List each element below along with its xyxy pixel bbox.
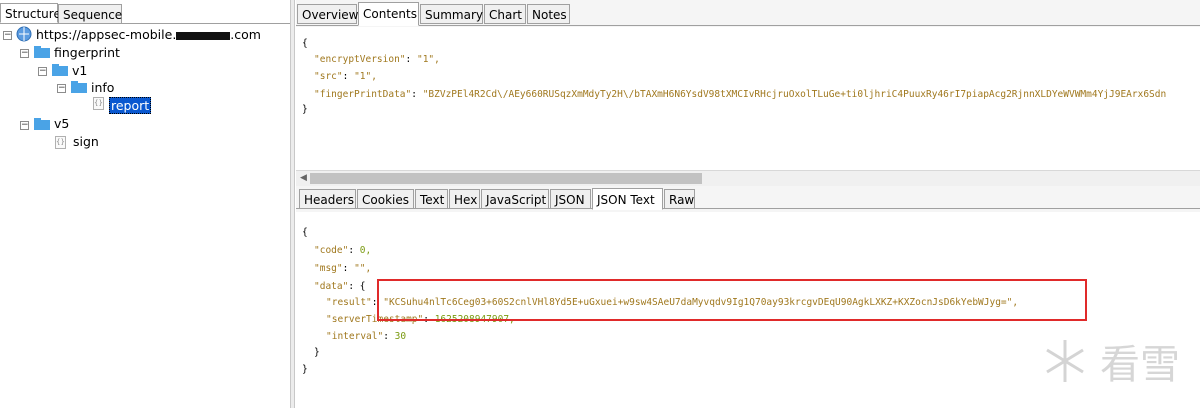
tab-text[interactable]: Text: [415, 189, 448, 209]
watermark-text: 看雪: [1100, 342, 1180, 388]
tree-item-report[interactable]: report: [109, 97, 152, 114]
tree-item-fingerprint[interactable]: fingerprint: [54, 45, 120, 60]
pane-splitter[interactable]: [290, 0, 295, 408]
file-icon: {}: [55, 136, 66, 149]
tree-item-sign[interactable]: sign: [73, 134, 99, 149]
json-brace: }: [302, 364, 308, 375]
collapse-icon[interactable]: −: [3, 31, 12, 40]
json-brace: {: [302, 38, 308, 49]
json-line: "msg": "",: [314, 263, 372, 274]
tab-cookies[interactable]: Cookies: [357, 189, 414, 209]
json-line: "src": "1",: [314, 71, 377, 82]
folder-icon: [52, 64, 68, 76]
structure-pane: Structure Sequence − https://appsec-mobi…: [0, 0, 291, 408]
tab-summary[interactable]: Summary: [420, 4, 483, 24]
highlight-annotation: [377, 279, 1087, 321]
json-brace: {: [302, 227, 308, 238]
tab-json[interactable]: JSON: [550, 189, 591, 209]
tab-headers[interactable]: Headers: [299, 189, 356, 209]
json-line: "fingerPrintData": "BZVzPEl4R2Cd\/AEy660…: [314, 89, 1167, 100]
tab-json-text[interactable]: JSON Text: [592, 188, 663, 210]
redacted-host: [176, 31, 231, 40]
collapse-icon[interactable]: −: [20, 49, 29, 58]
tab-overview[interactable]: Overview: [297, 4, 359, 24]
tab-divider: [0, 23, 290, 24]
json-line: "interval": 30: [326, 331, 407, 342]
tab-sequence[interactable]: Sequence: [58, 4, 122, 24]
tab-chart[interactable]: Chart: [484, 4, 526, 24]
folder-icon: [71, 81, 87, 93]
tab-raw[interactable]: Raw: [664, 189, 695, 209]
folder-icon: [34, 46, 50, 58]
tab-hex[interactable]: Hex: [449, 189, 480, 209]
json-line: "code": 0,: [314, 245, 372, 256]
json-line: "data": {: [314, 281, 366, 292]
scrollbar-thumb[interactable]: [310, 173, 702, 184]
tree-root-label[interactable]: https://appsec-mobile. .com: [36, 27, 261, 42]
tree-item-v5[interactable]: v5: [54, 116, 69, 131]
collapse-icon[interactable]: −: [57, 84, 66, 93]
globe-icon: [16, 26, 32, 42]
folder-icon: [34, 118, 50, 130]
tab-divider: [296, 25, 1200, 26]
scroll-left-icon[interactable]: ◀: [300, 173, 307, 183]
tree-item-v1[interactable]: v1: [72, 63, 87, 78]
collapse-icon[interactable]: −: [20, 121, 29, 130]
file-icon: {}: [93, 97, 104, 110]
collapse-icon[interactable]: −: [38, 67, 47, 76]
json-line: "encryptVersion": "1",: [314, 54, 440, 65]
tab-structure[interactable]: Structure: [0, 3, 61, 23]
snowflake-icon: [1046, 340, 1084, 382]
json-brace: }: [314, 347, 320, 358]
tab-contents[interactable]: Contents: [358, 2, 419, 26]
tree-item-info[interactable]: info: [91, 80, 114, 95]
tab-notes[interactable]: Notes: [527, 4, 570, 24]
horizontal-scrollbar[interactable]: ◀: [296, 170, 1200, 186]
json-brace: }: [302, 104, 308, 115]
tab-javascript[interactable]: JavaScript: [481, 189, 549, 209]
